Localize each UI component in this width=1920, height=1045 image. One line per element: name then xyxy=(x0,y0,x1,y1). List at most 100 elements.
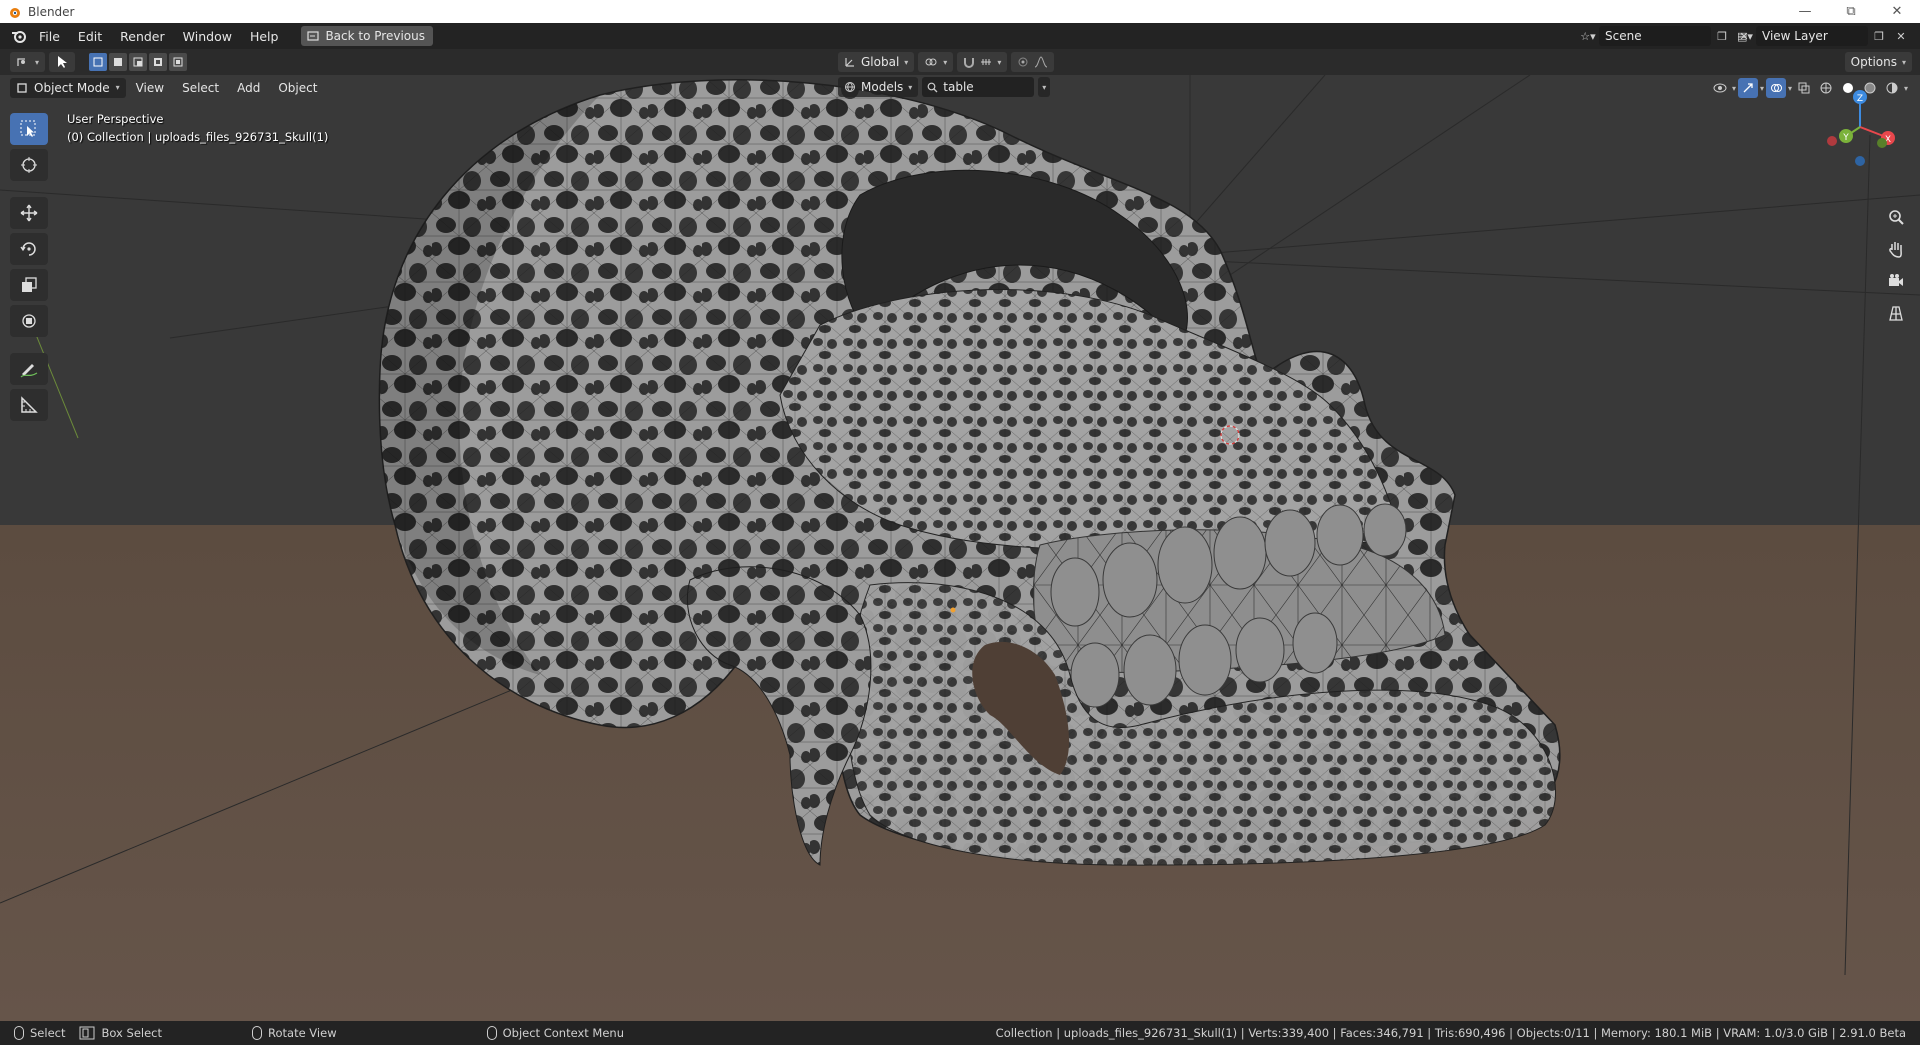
back-to-previous-button[interactable]: Back to Previous xyxy=(301,26,433,46)
proportional-edit-toggle[interactable] xyxy=(1011,52,1055,72)
transform-icon xyxy=(22,314,36,328)
editor-header: ▾ Global ▾ ▾ ▾ Options ▾ xyxy=(0,49,1920,75)
xray-toggle-icon[interactable] xyxy=(1794,78,1814,98)
viewport-header: Object Mode ▾ View Select Add Object Mod… xyxy=(0,75,1920,100)
editor-type-dropdown[interactable]: ▾ xyxy=(10,52,46,72)
globe-icon xyxy=(845,82,855,92)
tool-shelf xyxy=(10,113,48,421)
mouse-left-icon xyxy=(14,1026,24,1040)
restore-icon[interactable]: ⧉ xyxy=(1828,0,1874,23)
gizmo-z-label: Z xyxy=(1857,94,1863,104)
viewport-info-overlay: User Perspective (0) Collection | upload… xyxy=(67,110,328,146)
scene-icon[interactable]: ☆▾ xyxy=(1577,26,1599,46)
select-box-tool[interactable] xyxy=(10,113,48,145)
pan-hand-icon[interactable] xyxy=(1882,235,1910,263)
orientation-icon xyxy=(845,58,854,67)
status-rotate-view-label: Rotate View xyxy=(268,1026,337,1040)
overlays-toggle-icon[interactable] xyxy=(1765,78,1786,98)
status-bar: Select Box Select Rotate View Object Con… xyxy=(0,1021,1920,1045)
remove-view-layer-icon[interactable]: ✕ xyxy=(1890,26,1912,46)
transform-orientation-dropdown[interactable]: Global ▾ xyxy=(838,52,915,72)
asset-library-dropdown[interactable]: Models ▾ xyxy=(838,77,919,97)
scene-statistics: Collection | uploads_files_926731_Skull(… xyxy=(995,1026,1906,1040)
scene-name-field[interactable]: Scene xyxy=(1599,26,1711,46)
viewport-menu-view[interactable]: View xyxy=(128,81,172,95)
transform-tool[interactable] xyxy=(10,305,48,337)
mouse-right-icon xyxy=(486,1026,497,1040)
menu-window[interactable]: Window xyxy=(174,29,241,44)
new-view-layer-icon[interactable]: ❐ xyxy=(1868,26,1890,46)
viewport-menu-select[interactable]: Select xyxy=(174,81,227,95)
measure-ruler-icon xyxy=(21,396,38,413)
object-mode-icon xyxy=(17,82,27,93)
annotate-tool[interactable] xyxy=(10,353,48,385)
status-select-label: Select xyxy=(30,1026,66,1040)
camera-view-icon[interactable] xyxy=(1882,267,1910,295)
move-icon xyxy=(20,204,38,222)
select-subtract-icon[interactable] xyxy=(129,53,148,71)
status-box-select: Box Select xyxy=(79,1026,162,1040)
asset-filter-dropdown[interactable]: ▾ xyxy=(1038,77,1051,97)
move-tool[interactable] xyxy=(10,197,48,229)
search-icon xyxy=(927,82,938,92)
view-layer-field[interactable]: View Layer xyxy=(1756,26,1868,46)
box-select-icon xyxy=(79,1026,95,1040)
select-mode-buttons xyxy=(89,53,188,71)
select-intersect-icon[interactable] xyxy=(169,53,188,71)
menu-edit[interactable]: Edit xyxy=(69,29,111,44)
back-icon xyxy=(307,31,320,41)
select-tool-button[interactable] xyxy=(49,52,76,72)
object-mode-dropdown[interactable]: Object Mode ▾ xyxy=(10,77,126,98)
asset-search-value: table xyxy=(943,80,974,94)
scale-icon xyxy=(22,277,37,292)
pivot-icon xyxy=(925,58,937,66)
gizmo-neg-x[interactable] xyxy=(1827,136,1837,146)
object-mode-label: Object Mode xyxy=(34,80,110,95)
measure-tool[interactable] xyxy=(10,389,48,421)
rotate-tool[interactable] xyxy=(10,233,48,265)
top-menubar: File Edit Render Window Help Back to Pre… xyxy=(0,23,1920,49)
view-layer-icon[interactable]: ▤▾ xyxy=(1734,26,1756,46)
snap-toggle[interactable]: ▾ xyxy=(957,52,1008,72)
cursor-tool[interactable] xyxy=(10,149,48,181)
3d-viewport-icon xyxy=(17,58,25,66)
menu-render[interactable]: Render xyxy=(111,29,174,44)
options-dropdown[interactable]: Options ▾ xyxy=(1844,52,1912,72)
asset-library-label: Models xyxy=(861,80,904,94)
asset-search-input[interactable]: table xyxy=(922,77,1035,97)
blender-logo-icon[interactable] xyxy=(8,25,30,47)
cursor-tool-icon xyxy=(21,157,37,173)
zoom-icon[interactable] xyxy=(1882,203,1910,231)
scene-name: Scene xyxy=(1605,29,1642,43)
3d-viewport[interactable]: Object Mode ▾ View Select Add Object Mod… xyxy=(0,75,1920,1021)
scale-tool[interactable] xyxy=(10,269,48,301)
scene-selector: ☆▾ Scene ❐ ✕ xyxy=(1577,26,1755,46)
select-new-icon[interactable] xyxy=(89,53,108,71)
new-scene-icon[interactable]: ❐ xyxy=(1711,26,1733,46)
visibility-eye-icon[interactable] xyxy=(1710,78,1730,98)
pivot-point-dropdown[interactable]: ▾ xyxy=(918,52,954,72)
viewport-scene xyxy=(0,75,1920,976)
perspective-grid-icon[interactable] xyxy=(1882,299,1910,327)
minimize-icon[interactable]: — xyxy=(1782,0,1828,23)
snap-increment-icon xyxy=(981,59,992,65)
status-context-menu: Object Context Menu xyxy=(486,1026,624,1040)
back-to-previous-label: Back to Previous xyxy=(325,29,425,43)
rotate-icon xyxy=(20,242,36,256)
gizmo-neg-z[interactable] xyxy=(1855,156,1865,166)
viewport-menu-add[interactable]: Add xyxy=(229,81,268,95)
select-invert-icon[interactable] xyxy=(149,53,168,71)
proportional-edit-icon xyxy=(1018,57,1028,67)
viewport-menu-object[interactable]: Object xyxy=(270,81,325,95)
status-select: Select xyxy=(14,1026,65,1040)
options-label: Options xyxy=(1850,55,1897,69)
gizmo-neg-y[interactable] xyxy=(1877,138,1887,148)
close-icon[interactable]: ✕ xyxy=(1874,0,1920,23)
select-extend-icon[interactable] xyxy=(109,53,128,71)
menu-help[interactable]: Help xyxy=(241,29,288,44)
object-origin-dot xyxy=(950,607,956,613)
gizmo-toggle-icon[interactable] xyxy=(1737,78,1758,98)
navigation-gizmo[interactable]: Z X Y xyxy=(1820,87,1900,167)
collection-label: (0) Collection | uploads_files_926731_Sk… xyxy=(67,130,329,144)
menu-file[interactable]: File xyxy=(30,29,69,44)
